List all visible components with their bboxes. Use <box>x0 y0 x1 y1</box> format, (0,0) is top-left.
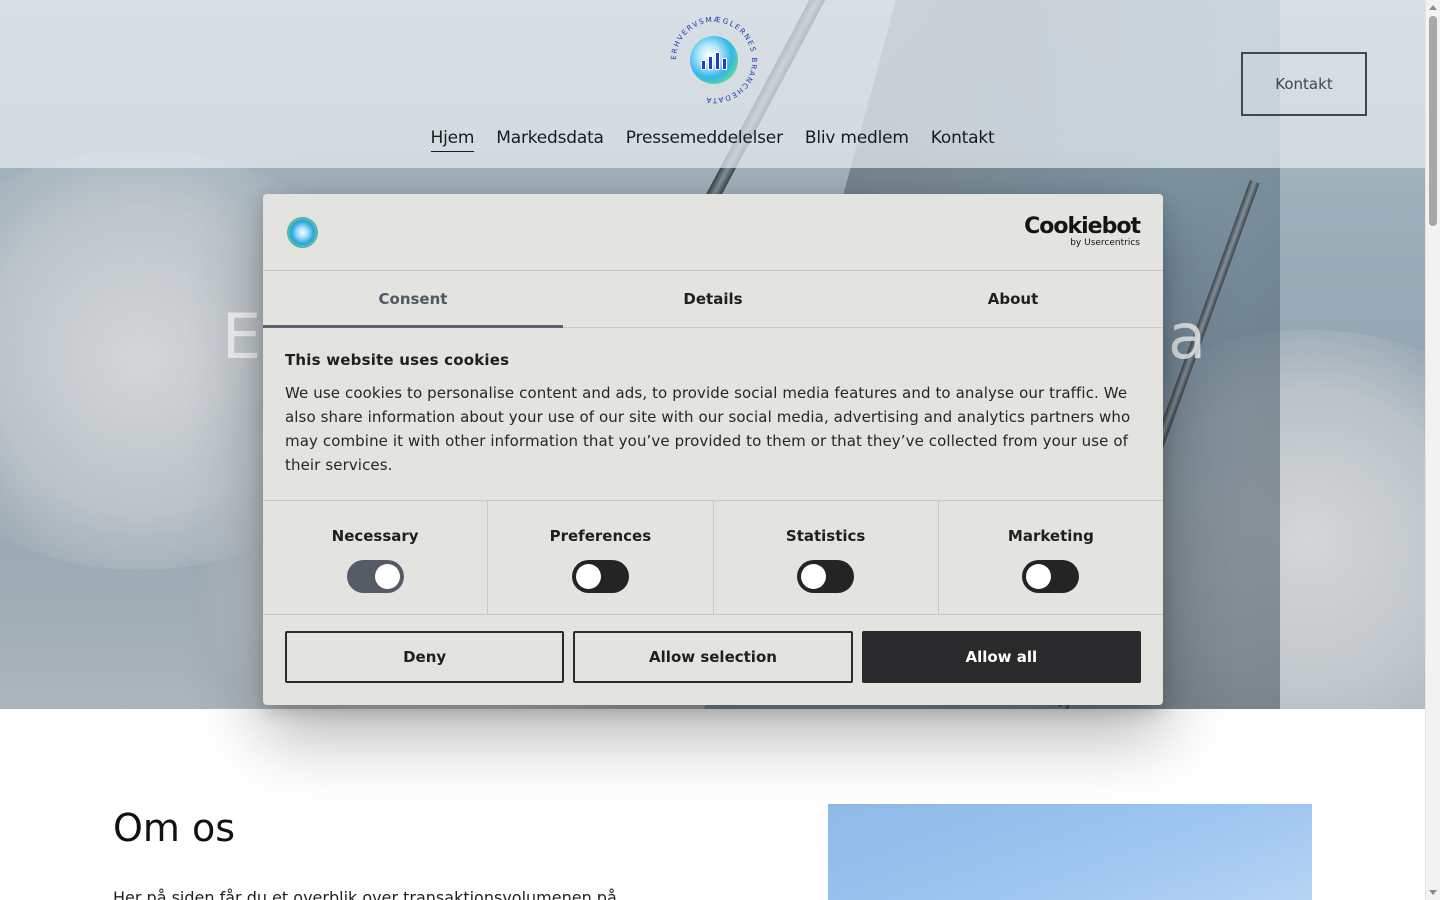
cookie-dialog-header: Cookiebot by Usercentrics <box>263 194 1163 271</box>
nav-link-bliv-medlem[interactable]: Bliv medlem <box>805 128 909 152</box>
cookie-consent-dialog: Cookiebot by Usercentrics Consent Detail… <box>263 194 1163 705</box>
page-scrollbar[interactable] <box>1425 0 1440 900</box>
marketing-toggle[interactable] <box>1022 560 1080 593</box>
toggle-label-marketing: Marketing <box>1007 527 1094 545</box>
preferences-toggle[interactable] <box>571 560 629 593</box>
logo-buildings-icon <box>701 52 727 70</box>
nav-link-hjem[interactable]: Hjem <box>430 128 474 152</box>
toggle-label-statistics: Statistics <box>785 527 866 545</box>
cookie-description: This website uses cookies We use cookies… <box>263 328 1163 500</box>
scroll-thumb[interactable] <box>1429 16 1437 226</box>
toggle-knob <box>1026 564 1052 589</box>
toggle-group-preferences: Preferences <box>488 501 714 614</box>
allow-all-button[interactable]: Allow all <box>861 631 1141 683</box>
deny-button[interactable]: Deny <box>285 631 565 683</box>
toggle-group-statistics: Statistics <box>714 501 939 614</box>
about-title: Om os <box>113 806 236 850</box>
cookie-category-toggles: Necessary Preferences Statistics Marketi… <box>263 500 1163 615</box>
toggle-label-preferences: Preferences <box>549 527 652 545</box>
nav-link-kontakt[interactable]: Kontakt <box>931 128 995 152</box>
site-logo[interactable]: ERHVERVSMÆGLERNES BRANCHEDATA <box>668 14 760 106</box>
hero-title-right: a <box>1168 300 1207 373</box>
nav-link-markedsdata[interactable]: Markedsdata <box>496 128 604 152</box>
cookie-body-text: We use cookies to personalise content an… <box>285 384 1131 474</box>
tab-about[interactable]: About <box>863 271 1163 327</box>
allow-selection-button[interactable]: Allow selection <box>573 631 853 683</box>
cookiebot-brand-name: Cookiebot <box>1024 214 1141 239</box>
cookiebot-brand-by: by Usercentrics <box>1070 238 1140 248</box>
necessary-toggle[interactable] <box>346 560 404 593</box>
main-nav: Hjem Markedsdata Pressemeddelelser Bliv … <box>0 128 1425 152</box>
scroll-down-arrow-icon[interactable] <box>1429 890 1437 895</box>
cookie-actions: Deny Allow selection Allow all <box>263 615 1163 683</box>
tab-consent[interactable]: Consent <box>263 271 563 328</box>
toggle-group-necessary: Necessary <box>263 501 489 614</box>
toggle-knob <box>801 564 827 589</box>
toggle-knob <box>575 564 601 589</box>
cookiebot-logo[interactable]: Cookiebot by Usercentrics <box>1024 214 1141 249</box>
nav-link-pressemeddelelser[interactable]: Pressemeddelelser <box>626 128 783 152</box>
cookie-heading: This website uses cookies <box>285 351 510 369</box>
toggle-knob <box>374 564 400 589</box>
site-header: ERHVERVSMÆGLERNES BRANCHEDATA Hjem Marke… <box>0 0 1425 168</box>
toggle-label-necessary: Necessary <box>331 527 419 545</box>
about-image <box>828 804 1312 900</box>
toggle-group-marketing: Marketing <box>939 501 1163 614</box>
statistics-toggle[interactable] <box>797 560 855 593</box>
site-logo-small-icon <box>287 217 318 248</box>
scroll-up-arrow-icon[interactable] <box>1429 5 1437 10</box>
tab-details[interactable]: Details <box>563 271 863 327</box>
kontakt-button[interactable]: Kontakt <box>1241 52 1367 116</box>
cookie-tabs: Consent Details About <box>263 271 1163 328</box>
about-text: Her på siden får du et overblik over tra… <box>113 888 617 900</box>
